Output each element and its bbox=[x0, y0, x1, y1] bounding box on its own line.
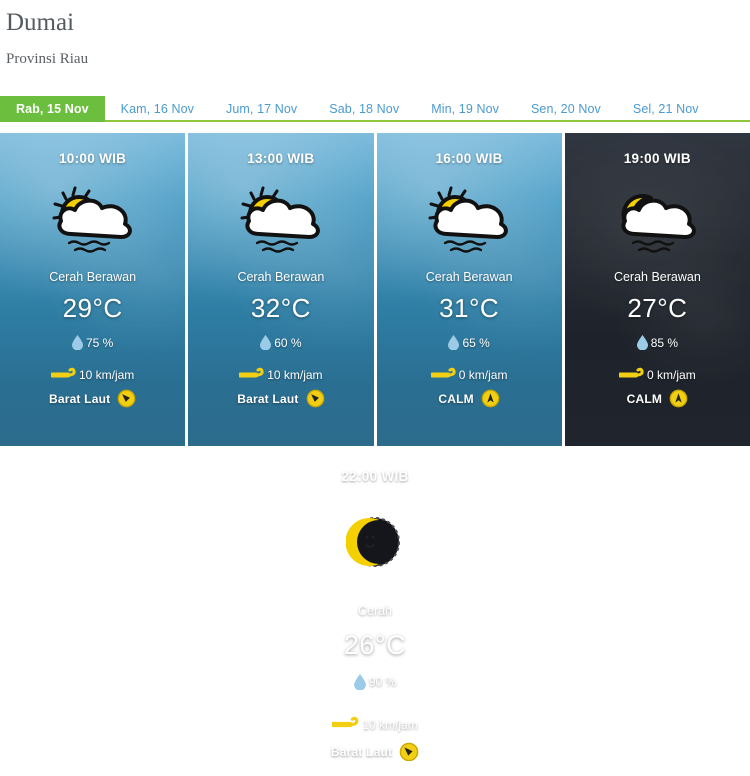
forecast-temperature: 26°C bbox=[343, 630, 407, 660]
wind-speed-metric: 10 km/jam bbox=[188, 367, 373, 383]
wind-speed-metric: 10 km/jam bbox=[0, 716, 750, 733]
page-header: Dumai Provinsi Riau bbox=[0, 0, 750, 70]
forecast-condition: Cerah Berawan bbox=[425, 270, 513, 284]
wind-icon bbox=[430, 367, 457, 383]
wind-speed-value: 0 km/jam bbox=[647, 368, 696, 382]
wind-direction-value: Barat Laut bbox=[237, 391, 299, 406]
droplet-icon bbox=[448, 335, 460, 350]
droplet-icon bbox=[71, 335, 83, 350]
wind-speed-metric: 0 km/jam bbox=[565, 367, 750, 383]
forecast-temperature: 29°C bbox=[62, 293, 123, 323]
forecast-card-1900[interactable]: 19:00 WIB Cerah Berawan 27°C 85 % 0 km/j… bbox=[564, 133, 750, 446]
forecast-condition: Cerah bbox=[357, 604, 393, 618]
humidity-metric: 75 % bbox=[0, 335, 185, 350]
wind-icon bbox=[619, 367, 645, 383]
tab-day-2[interactable]: Jum, 17 Nov bbox=[210, 96, 313, 122]
sun-behind-cloud-icon bbox=[377, 174, 562, 266]
day-tab-bar: Rab, 15 Nov Kam, 16 Nov Jum, 17 Nov Sab,… bbox=[0, 96, 750, 122]
forecast-condition: Cerah Berawan bbox=[237, 270, 325, 284]
wind-direction-metric: CALM bbox=[377, 389, 562, 408]
sun-behind-cloud-icon bbox=[188, 174, 373, 266]
wind-speed-value: 0 km/jam bbox=[458, 368, 508, 382]
tab-day-1[interactable]: Kam, 16 Nov bbox=[105, 96, 210, 122]
forecast-condition: Cerah Berawan bbox=[49, 270, 137, 284]
wind-direction-value: CALM bbox=[626, 391, 663, 406]
forecast-time: 16:00 WIB bbox=[435, 151, 503, 166]
forecast-temperature: 31°C bbox=[439, 293, 500, 323]
forecast-time: 10:00 WIB bbox=[59, 151, 127, 166]
forecast-card-1300[interactable]: 13:00 WIB Cerah Berawan 32°C 60 % 10 km/… bbox=[188, 133, 374, 446]
wind-direction-metric: Barat Laut bbox=[0, 742, 750, 761]
compass-northwest-icon bbox=[117, 389, 136, 408]
moon-behind-cloud-icon bbox=[565, 174, 750, 266]
forecast-temperature: 27°C bbox=[627, 293, 688, 323]
hourly-forecast-row: 10:00 WIB Cerah Berawan 29°C 75 % 10 km/… bbox=[0, 133, 750, 446]
province-subtitle: Provinsi Riau bbox=[6, 51, 89, 67]
humidity-value: 85 % bbox=[650, 335, 679, 350]
forecast-time: 22:00 WIB bbox=[341, 469, 409, 484]
humidity-value: 90 % bbox=[368, 675, 397, 689]
humidity-metric: 65 % bbox=[377, 335, 562, 350]
wind-speed-metric: 10 km/jam bbox=[0, 367, 185, 383]
wind-icon bbox=[50, 367, 77, 383]
droplet-icon bbox=[353, 674, 366, 690]
tab-day-3[interactable]: Sab, 18 Nov bbox=[313, 96, 415, 122]
wind-speed-value: 10 km/jam bbox=[78, 368, 135, 382]
tab-day-5[interactable]: Sen, 20 Nov bbox=[515, 96, 617, 122]
forecast-time: 13:00 WIB bbox=[247, 151, 315, 166]
compass-northwest-icon bbox=[399, 742, 419, 761]
compass-northwest-icon bbox=[306, 389, 325, 408]
compass-calm-icon bbox=[669, 389, 688, 408]
droplet-icon bbox=[636, 335, 648, 350]
forecast-condition: Cerah Berawan bbox=[613, 270, 701, 284]
wind-direction-value: CALM bbox=[438, 391, 474, 406]
forecast-card-1600[interactable]: 16:00 WIB Cerah Berawan 31°C 65 % 0 km/j… bbox=[376, 133, 562, 446]
forecast-card-1000[interactable]: 10:00 WIB Cerah Berawan 29°C 75 % 10 km/… bbox=[0, 133, 186, 446]
wind-speed-metric: 0 km/jam bbox=[377, 367, 562, 383]
humidity-value: 60 % bbox=[274, 335, 302, 350]
wind-speed-value: 10 km/jam bbox=[362, 717, 418, 732]
humidity-metric: 85 % bbox=[565, 335, 750, 350]
tab-day-0[interactable]: Rab, 15 Nov bbox=[0, 96, 105, 122]
page-title: Dumai bbox=[6, 9, 75, 36]
droplet-icon bbox=[260, 335, 272, 350]
wind-direction-value: Barat Laut bbox=[48, 391, 111, 406]
forecast-temperature: 32°C bbox=[250, 293, 311, 323]
forecast-time: 19:00 WIB bbox=[623, 151, 691, 166]
wind-direction-value: Barat Laut bbox=[330, 745, 393, 759]
compass-calm-icon bbox=[481, 389, 500, 408]
wind-direction-metric: Barat Laut bbox=[188, 389, 373, 408]
humidity-metric: 90 % bbox=[0, 674, 750, 690]
sun-behind-cloud-icon bbox=[0, 174, 185, 266]
humidity-metric: 60 % bbox=[188, 335, 373, 350]
tab-day-4[interactable]: Min, 19 Nov bbox=[415, 96, 515, 122]
wind-direction-metric: Barat Laut bbox=[0, 389, 185, 408]
humidity-value: 65 % bbox=[462, 335, 490, 350]
tab-day-6[interactable]: Sel, 21 Nov bbox=[617, 96, 715, 122]
wind-icon bbox=[332, 716, 360, 733]
crescent-moon-icon bbox=[0, 502, 750, 582]
wind-speed-value: 10 km/jam bbox=[267, 368, 323, 382]
wind-icon bbox=[239, 367, 265, 383]
forecast-card-2200[interactable]: 22:00 WIB Cerah 26°C 90 % 10 km/jam Bara… bbox=[0, 449, 750, 761]
humidity-value: 75 % bbox=[85, 335, 114, 350]
wind-direction-metric: CALM bbox=[565, 389, 750, 408]
